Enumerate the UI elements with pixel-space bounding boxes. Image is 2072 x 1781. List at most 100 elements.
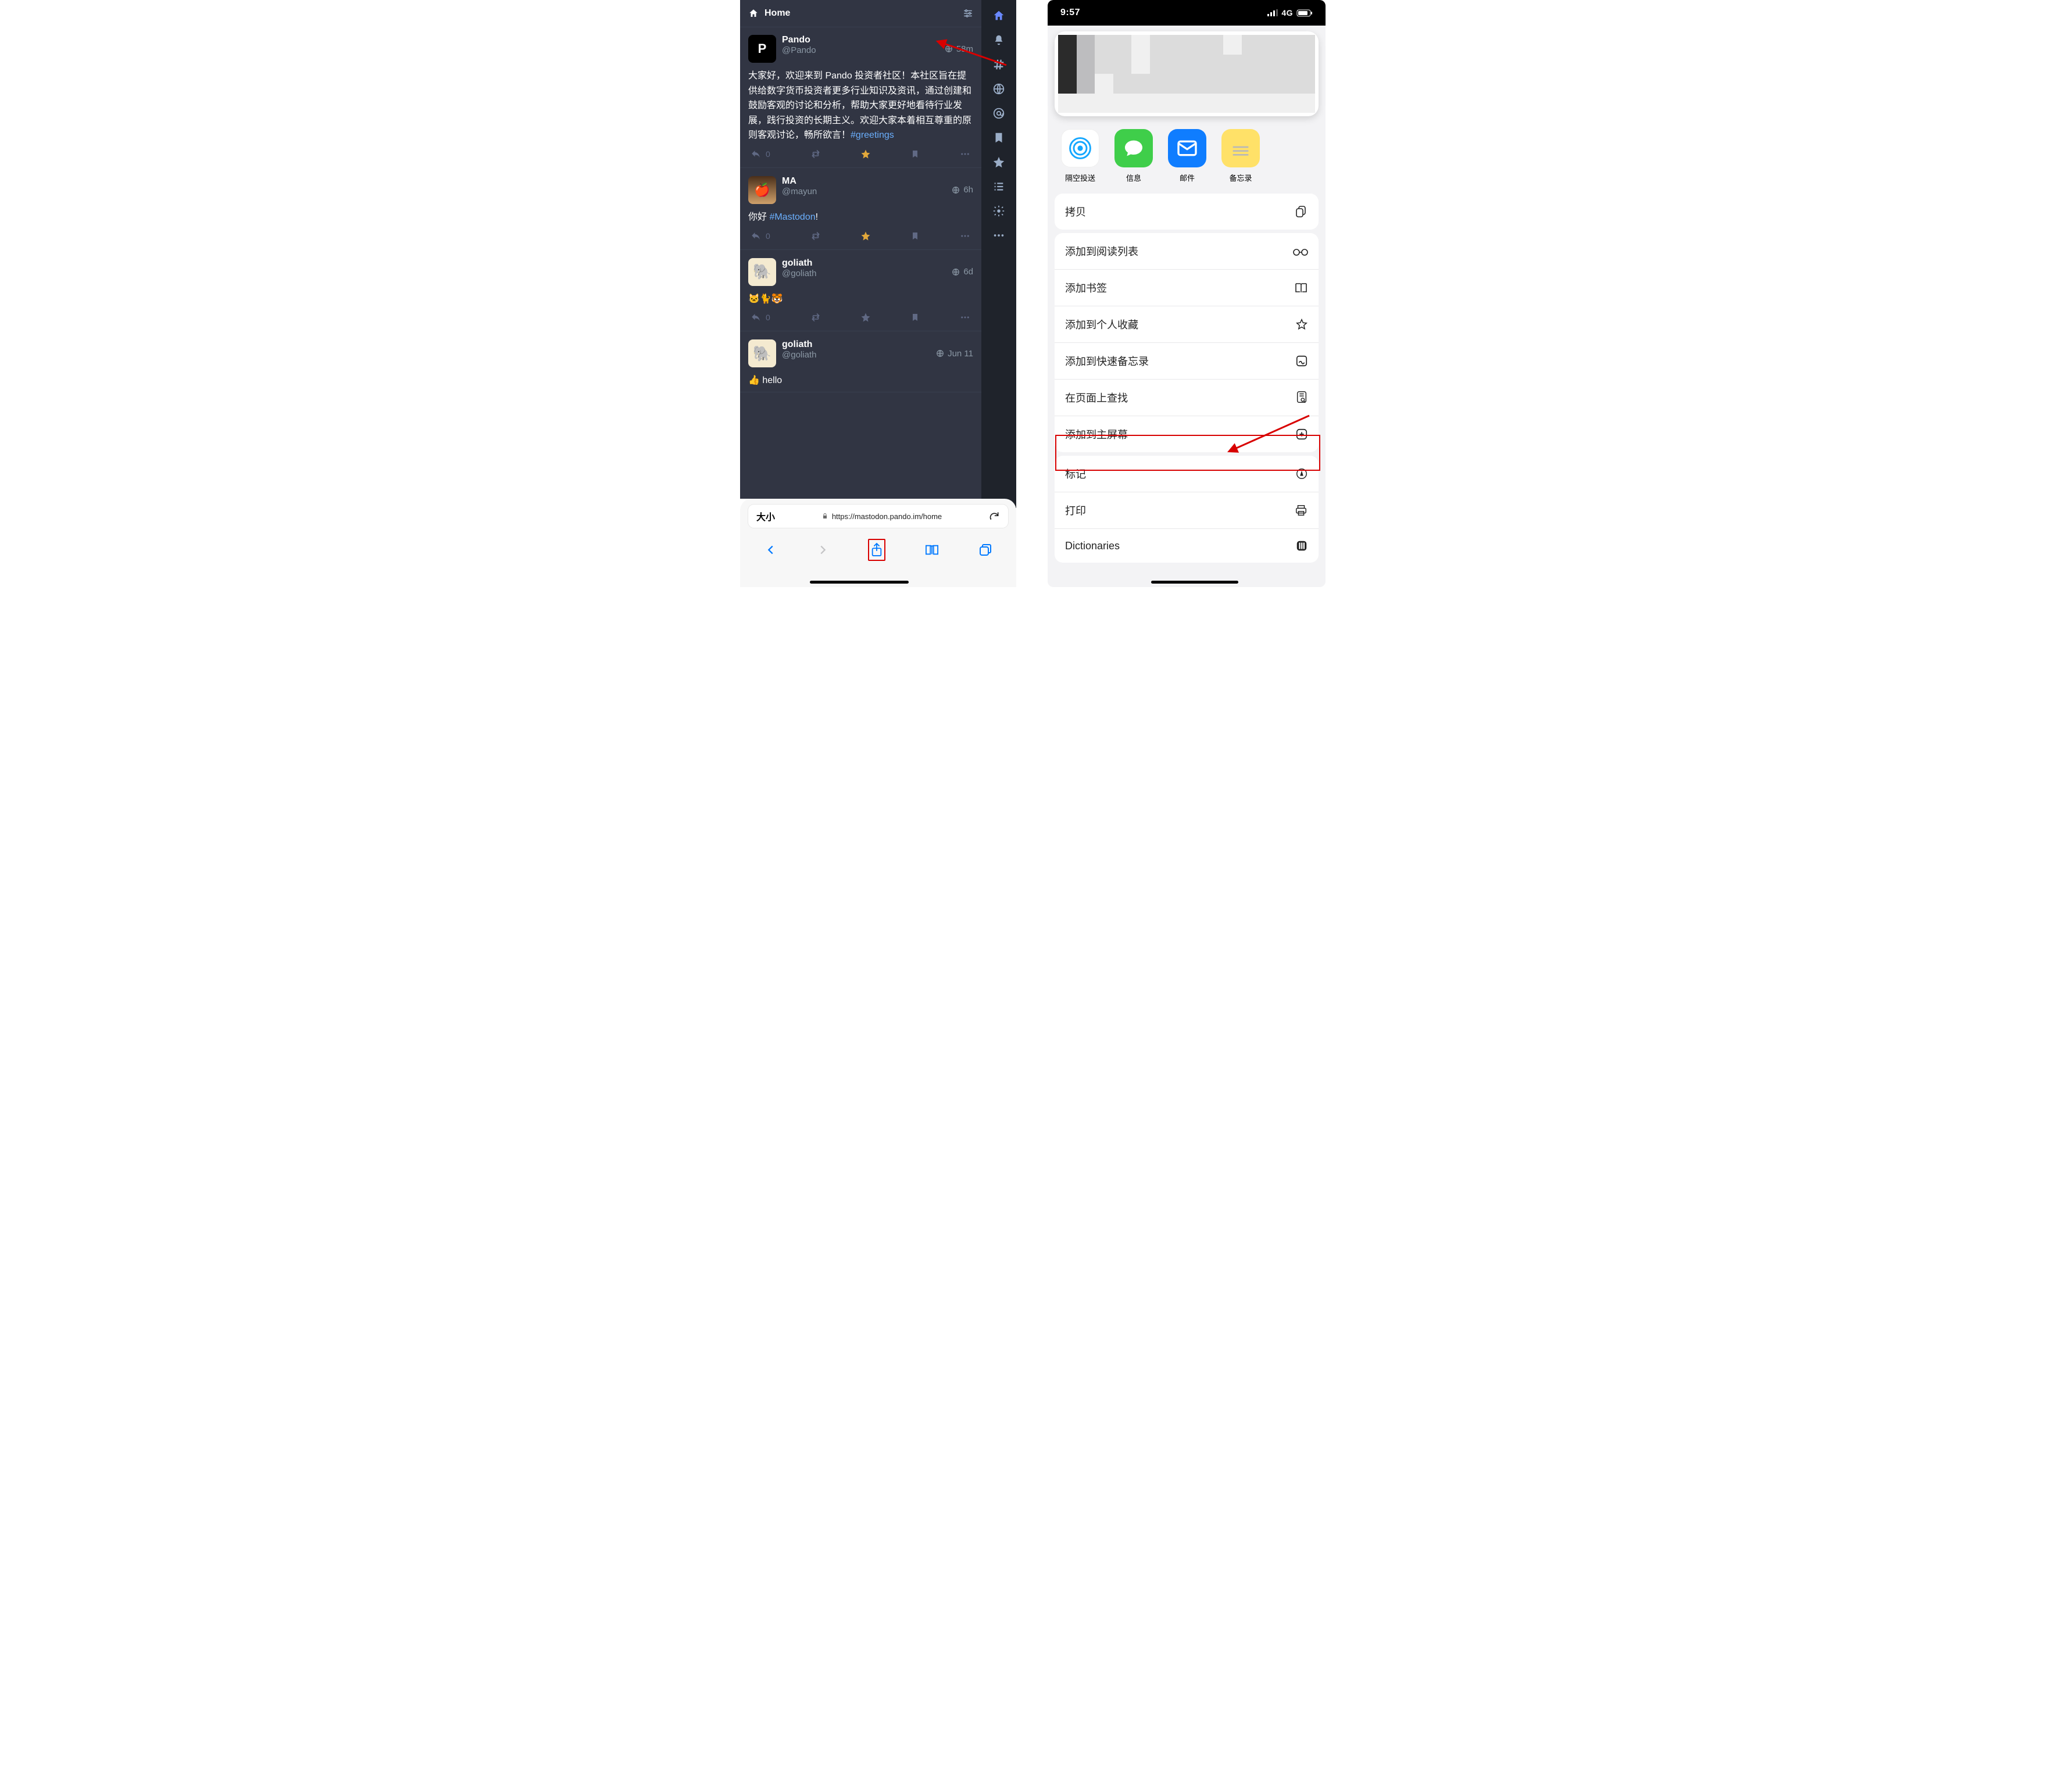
bookmark-icon[interactable] — [992, 131, 1005, 144]
network-label: 4G — [1281, 8, 1293, 17]
app-label: 邮件 — [1180, 172, 1195, 183]
share-app-note[interactable]: 备忘录 — [1220, 129, 1262, 183]
quicknote-icon — [1295, 355, 1308, 367]
favourite-button[interactable] — [860, 231, 871, 241]
book-icon — [1294, 281, 1308, 294]
action-label: 添加书签 — [1065, 280, 1107, 295]
url-field[interactable]: https://mastodon.pando.im/home — [775, 512, 988, 521]
post-actions: 0 — [748, 306, 973, 327]
find-icon — [1295, 391, 1308, 405]
share-app-msg[interactable]: 信息 — [1113, 129, 1155, 183]
mail-icon — [1168, 129, 1206, 167]
post-body: 🐱🐈🐯 — [748, 292, 973, 307]
hashtag[interactable]: #greetings — [851, 130, 894, 140]
display-name: goliath — [782, 339, 816, 350]
star-icon[interactable] — [992, 156, 1005, 169]
markup-icon — [1295, 467, 1308, 480]
globe-icon — [952, 268, 960, 276]
boost-button[interactable] — [810, 149, 821, 159]
print-icon — [1294, 504, 1308, 517]
app-label: 备忘录 — [1229, 172, 1252, 183]
action-dict[interactable]: Dictionaries — [1055, 528, 1319, 563]
msg-icon — [1114, 129, 1153, 167]
url-bar[interactable]: 大小 https://mastodon.pando.im/home — [748, 505, 1008, 528]
favourite-button[interactable] — [860, 149, 871, 159]
action-print[interactable]: 打印 — [1055, 492, 1319, 528]
reply-button[interactable]: 0 — [751, 149, 770, 159]
mastodon-panel: Home PPando@Pando58m大家好，欢迎来到 Pando 投资者社区… — [740, 0, 981, 499]
avatar[interactable]: 🍎 — [748, 176, 776, 204]
share-app-airdrop[interactable]: 隔空投送 — [1059, 129, 1101, 183]
more-button[interactable] — [959, 231, 971, 241]
at-icon[interactable] — [992, 107, 1005, 120]
dots-icon[interactable] — [992, 229, 1005, 242]
share-app-mail[interactable]: 邮件 — [1166, 129, 1208, 183]
post[interactable]: 🐘goliath@goliath6d🐱🐈🐯0 — [740, 250, 981, 332]
feed[interactable]: PPando@Pando58m大家好，欢迎来到 Pando 投资者社区！本社区旨… — [740, 27, 981, 499]
post-time: 6h — [952, 176, 973, 204]
star-icon — [1295, 318, 1308, 331]
action-glasses[interactable]: 添加到阅读列表 — [1055, 233, 1319, 269]
gear-icon[interactable] — [992, 205, 1005, 217]
action-label: 标记 — [1065, 466, 1086, 481]
share-app-row[interactable]: 隔空投送信息邮件 备忘录 — [1048, 116, 1326, 190]
post[interactable]: 🐘goliath@goliathJun 11👍 hello — [740, 331, 981, 392]
post-body: 你好 #Mastodon! — [748, 210, 973, 225]
tabs-icon[interactable] — [978, 543, 992, 557]
bookmarks-icon[interactable] — [924, 543, 939, 556]
globe-icon[interactable] — [992, 83, 1005, 95]
action-quicknote[interactable]: 添加到快速备忘录 — [1055, 342, 1319, 379]
annotation-arrow — [902, 1, 1018, 71]
boost-button[interactable] — [810, 312, 821, 323]
cellular-icon — [1267, 9, 1278, 16]
bookmark-button[interactable] — [910, 231, 920, 241]
more-button[interactable] — [959, 149, 971, 159]
handle: @goliath — [782, 350, 816, 360]
actions-group-2: 标记打印 Dictionaries — [1055, 456, 1319, 563]
bookmark-button[interactable] — [910, 149, 920, 159]
back-icon[interactable] — [765, 543, 777, 556]
post[interactable]: 🍎MA@mayun6h你好 #Mastodon!0 — [740, 168, 981, 250]
ios-status-bar: 9:57 4G — [1048, 0, 1326, 26]
mastodon-sidebar — [981, 0, 1016, 508]
more-button[interactable] — [959, 312, 971, 323]
action-label: 打印 — [1065, 503, 1086, 518]
avatar[interactable]: 🐘 — [748, 258, 776, 286]
hashtag[interactable]: #Mastodon — [769, 212, 815, 222]
left-screenshot: Home PPando@Pando58m大家好，欢迎来到 Pando 投资者社区… — [740, 0, 1016, 587]
list-icon[interactable] — [992, 180, 1005, 193]
action-book[interactable]: 添加书签 — [1055, 269, 1319, 306]
dict-icon — [1295, 539, 1308, 552]
airdrop-icon — [1061, 129, 1099, 167]
home-indicator — [810, 581, 909, 584]
favourite-button[interactable] — [860, 312, 871, 323]
avatar[interactable]: P — [748, 35, 776, 63]
action-copy[interactable]: 拷贝 — [1055, 194, 1319, 230]
copy-icon — [1294, 205, 1308, 219]
post-actions: 0 — [748, 143, 973, 164]
reload-icon[interactable] — [988, 510, 1000, 522]
reply-button[interactable]: 0 — [751, 312, 770, 323]
share-preview-card — [1055, 31, 1319, 116]
reader-aa-button[interactable]: 大小 — [756, 509, 775, 523]
column-title: Home — [765, 8, 790, 19]
action-label: 添加到主屏幕 — [1065, 427, 1128, 442]
globe-icon — [952, 186, 960, 194]
post-time: 6d — [952, 258, 973, 286]
bookmark-button[interactable] — [910, 312, 920, 323]
boost-button[interactable] — [810, 231, 821, 241]
annotation-arrow — [1216, 410, 1321, 468]
post-time: Jun 11 — [936, 339, 973, 367]
reply-button[interactable]: 0 — [751, 231, 770, 241]
display-name: Pando — [782, 35, 816, 45]
action-star[interactable]: 添加到个人收藏 — [1055, 306, 1319, 342]
copy-group: 拷贝 — [1055, 194, 1319, 230]
share-icon[interactable] — [868, 539, 885, 561]
avatar[interactable]: 🐘 — [748, 339, 776, 367]
handle: @goliath — [782, 269, 816, 278]
post-body: 大家好，欢迎来到 Pando 投资者社区！本社区旨在提供给数字货币投资者更多行业… — [748, 69, 973, 143]
lock-icon — [821, 513, 828, 520]
handle: @mayun — [782, 187, 817, 196]
action-label: 在页面上查找 — [1065, 390, 1128, 405]
glasses-icon — [1293, 245, 1308, 257]
